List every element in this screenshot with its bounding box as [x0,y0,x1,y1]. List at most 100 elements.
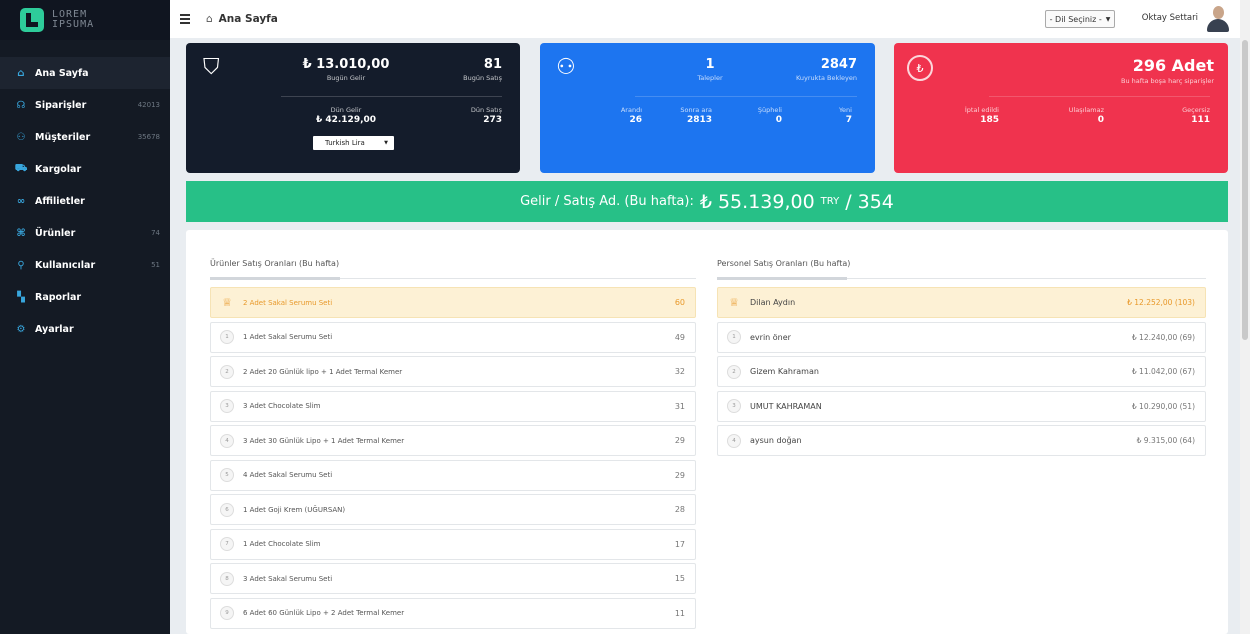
brand-logo[interactable]: LOREM IPSUMA [0,0,170,40]
truck-icon: ⛟ [14,162,28,174]
product-row[interactable]: 8 3 Adet Sakal Serumu Seti 15 [210,563,696,594]
rank-badge: 4 [220,433,234,448]
users-icon: ⚇ [556,55,576,80]
card-divider [635,96,857,97]
language-select[interactable]: - Dil Seçiniz - ▼ [1045,10,1115,28]
page-scrollbar[interactable] [1240,0,1250,634]
row-value: ₺ 12.240,00 (69) [1131,332,1195,342]
banner-separator: / [845,190,852,213]
wasted-orders-card: ₺ 296 Adet Bu hafta boşa harç siparişler… [894,43,1228,173]
row-name: 1 Adet Sakal Serumu Seti [243,333,333,341]
requests-count: 1 [705,57,715,72]
wasted-label: Bu hafta boşa harç siparişler [1121,77,1214,85]
sidebar-item-m-teriler[interactable]: ⚇ Müşteriler 35678 [0,121,170,153]
hamburger-menu-icon[interactable] [180,12,190,26]
row-value: 15 [674,574,685,583]
wasted-stat-label: Geçersiz [1182,106,1210,114]
sidebar-item-label: Affilietler [35,195,85,207]
product-row[interactable]: 9 6 Adet 60 Günlük Lipo + 2 Adet Termal K… [210,597,696,629]
user-name[interactable]: Oktay Settari [1142,13,1198,23]
product-row[interactable]: 4 3 Adet 30 Günlük Lipo + 1 Adet Termal K… [210,425,696,456]
rank-badge: 2 [727,364,741,379]
row-value: 28 [674,505,685,514]
staff-row[interactable]: 4 aysun doğan ₺ 9.315,00 (64) [717,425,1206,456]
headset-icon: ☊ [16,99,26,111]
sidebar-item-count: 42013 [137,101,160,109]
currency-select[interactable]: Turkish Lira ▼ [313,136,394,150]
rank-badge: 1 [727,330,741,344]
request-stat-label: Şüpheli [757,106,782,114]
row-name: 1 Adet Goji Krem (UĞURSAN) [243,505,346,514]
row-name: 6 Adet 60 Günlük Lipo + 2 Adet Termal Ke… [243,609,405,617]
sidebar-item-label: Kargolar [35,163,82,175]
staff-row[interactable]: 2 Gizem Kahraman ₺ 11.042,00 (67) [717,356,1206,387]
request-stat-label: Arandı [620,106,642,114]
wasted-count: 296 Adet [1132,56,1214,75]
logo-mark-icon [20,8,44,32]
caret-down-icon: ▼ [1105,15,1111,23]
row-value: ₺ 12.252,00 (103) [1127,298,1195,307]
rank-badge: 3 [220,399,234,413]
sidebar-item-label: Raporlar [35,291,82,303]
sidebar-item-affilietler[interactable]: ∞ Affilietler [0,185,170,217]
sidebar-item--r-nler[interactable]: ⌘ Ürünler 74 [0,217,170,249]
sidebar-item-label: Ayarlar [35,323,74,335]
sidebar-item-label: Ürünler [35,227,76,239]
income-card: ⛉ ₺ 13.010,00 Bugün Gelir 81 Bugün Satış… [186,43,520,173]
sidebar-item-sipari-ler[interactable]: ☊ Siparişler 42013 [0,89,170,121]
sidebar-item-label: Siparişler [35,99,87,111]
sidebar: LOREM IPSUMA ⌂ Ana Sayfa ☊ Siparişler 42013 ⚇ M… [0,0,170,634]
sidebar-item-ayarlar[interactable]: ⚙ Ayarlar [0,313,170,345]
trophy-icon: ♕ [222,295,232,309]
row-value: 29 [674,470,685,480]
product-row[interactable]: 1 1 Adet Sakal Serumu Seti 49 [210,321,696,353]
user-icon: ⚲ [17,259,25,271]
chart-icon: ▚ [17,291,25,303]
product-row[interactable]: 7 1 Adet Chocolate Slim 17 [210,528,696,560]
sidebar-item-ana-sayfa[interactable]: ⌂ Ana Sayfa [0,57,170,89]
product-row[interactable]: 2 2 Adet 20 Günlük lipo + 1 Adet Termal K… [210,356,696,387]
row-name: 1 Adet Chocolate Slim [243,540,321,548]
sidebar-item-kargolar[interactable]: ⛟ Kargolar [0,153,170,185]
product-row[interactable]: 6 1 Adet Goji Krem (UĞURSAN) 28 [210,494,696,525]
row-value: 29 [674,436,685,445]
product-row[interactable]: 5 4 Adet Sakal Serumu Seti 29 [210,459,696,491]
banner-amount: ₺ 55.139,00 [699,190,815,213]
sidebar-nav: ⌂ Ana Sayfa ☊ Siparişler 42013 ⚇ Müşteriler 356… [0,57,170,345]
yesterday-sales: 273 [483,115,502,125]
row-value: 60 [674,298,685,307]
link-icon: ∞ [16,195,26,207]
row-name: UMUT KAHRAMAN [750,401,822,411]
sidebar-item-kullan-c-lar[interactable]: ⚲ Kullanıcılar 51 [0,249,170,281]
page-title: Ana Sayfa [218,13,278,25]
row-name: 2 Adet Sakal Serumu Seti [243,298,333,307]
rank-badge: 3 [727,399,741,413]
product-row[interactable]: ♕ 2 Adet Sakal Serumu Seti 60 [210,287,696,318]
requests-card: ⚇ 1 Talepler 2847 Kuyrukta Bekleyen Aran… [540,43,875,173]
gift-icon: ⌘ [16,227,26,239]
currency-select-value: Turkish Lira [325,139,365,147]
today-income-label: Bugün Gelir [326,74,366,82]
staff-row[interactable]: 3 UMUT KAHRAMAN ₺ 10.290,00 (51) [717,390,1206,422]
sidebar-item-count: 51 [151,261,160,269]
row-name: 3 Adet Sakal Serumu Seti [243,574,333,583]
stats-panel: Ürünler Satış Oranları (Bu hafta) Person… [186,230,1228,634]
sidebar-item-raporlar[interactable]: ▚ Raporlar [0,281,170,313]
product-row[interactable]: 3 3 Adet Chocolate Slim 31 [210,390,696,422]
card-divider [989,96,1210,97]
staff-row[interactable]: 1 evrin öner ₺ 12.240,00 (69) [717,321,1206,353]
sidebar-item-label: Ana Sayfa [35,67,89,79]
row-name: 2 Adet 20 Günlük lipo + 1 Adet Termal Ke… [243,367,403,376]
request-stat-label: Sonra ara [680,106,712,114]
row-name: 3 Adet Chocolate Slim [243,402,321,410]
avatar[interactable] [1206,5,1230,33]
row-value: 31 [674,401,685,411]
staff-row[interactable]: ♕ Dilan Aydın ₺ 12.252,00 (103) [717,287,1206,318]
rank-badge: 1 [220,330,234,344]
request-stat-value: 0 [775,115,782,125]
request-stat-value: 2813 [686,115,712,125]
request-stat-value: 26 [629,115,642,125]
sidebar-item-label: Kullanıcılar [35,259,96,271]
requests-label: Talepler [697,74,723,82]
rank-badge: 4 [727,433,741,448]
